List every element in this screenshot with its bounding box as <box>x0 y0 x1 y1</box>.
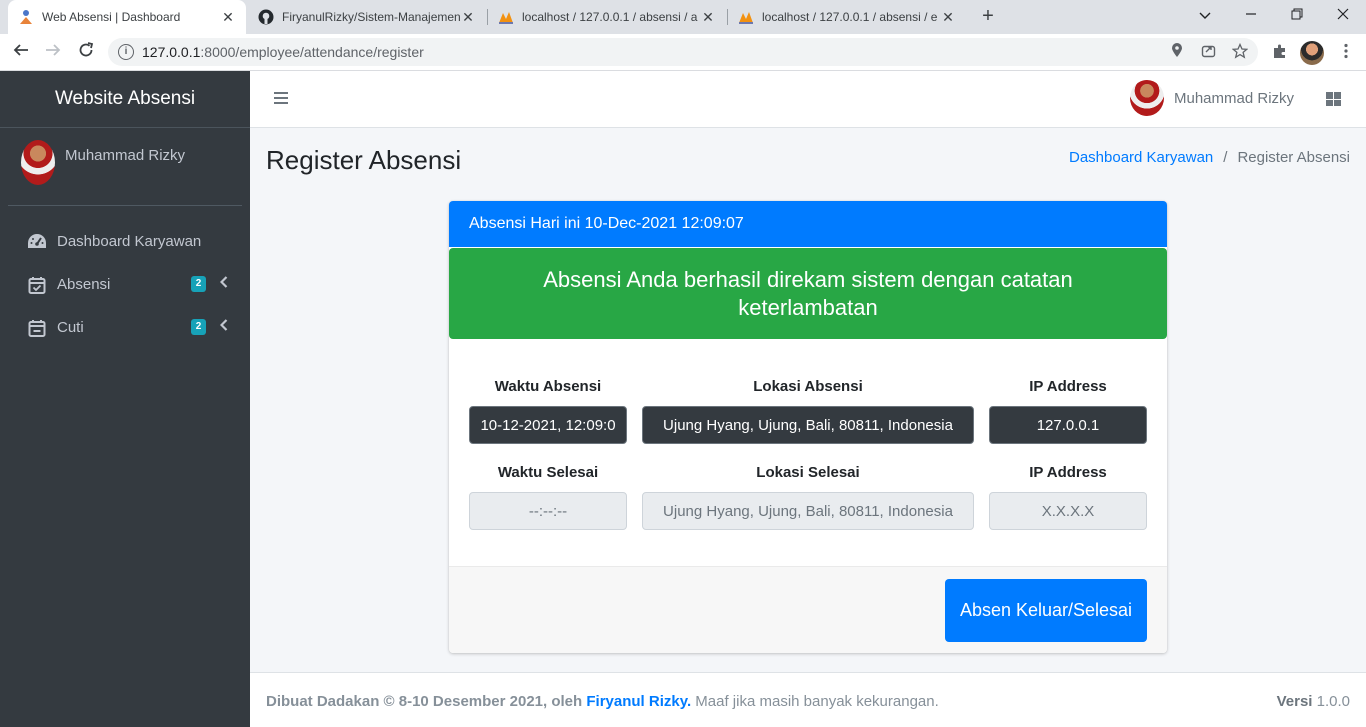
browser-tab-github[interactable]: FiryanulRizky/Sistem-Manajemen ✕ <box>248 0 486 34</box>
browser-tab-phpmyadmin-1[interactable]: localhost / 127.0.0.1 / absensi / a ✕ <box>488 0 726 34</box>
back-arrow-icon[interactable] <box>8 40 34 66</box>
phpmyadmin-icon <box>738 9 754 25</box>
url-text[interactable]: 127.0.0.1:8000/employee/attendance/regis… <box>142 44 424 60</box>
checkin-location-field: Ujung Hyang, Ujung, Bali, 80811, Indones… <box>642 406 974 444</box>
checkout-time-field: --:--:-- <box>469 492 627 530</box>
page-title: Register Absensi <box>266 145 462 175</box>
sidebar-item-label: Cuti <box>57 319 84 336</box>
location-pin-icon[interactable] <box>1168 43 1186 61</box>
share-icon[interactable] <box>1199 43 1217 61</box>
checkout-location-field: Ujung Hyang, Ujung, Bali, 80811, Indones… <box>642 492 974 530</box>
browser-toolbar: i 127.0.0.1:8000/employee/attendance/reg… <box>0 34 1366 71</box>
browser-tab-web-absensi[interactable]: Web Absensi | Dashboard ✕ <box>8 0 246 34</box>
reload-icon[interactable] <box>73 40 99 66</box>
browser-tab-phpmyadmin-2[interactable]: localhost / 127.0.0.1 / absensi / e ✕ <box>728 0 966 34</box>
url-path: :8000/employee/attendance/register <box>200 44 424 60</box>
url-host: 127.0.0.1 <box>142 44 201 60</box>
close-tab-icon[interactable]: ✕ <box>220 9 236 26</box>
checkout-ip-label: IP Address <box>1029 464 1107 481</box>
footer-author-link[interactable]: Firyanul Rizky. <box>586 693 691 710</box>
footer-version: Versi 1.0.0 <box>1277 693 1350 710</box>
page-footer: Dibuat Dadakan © 8-10 Desember 2021, ole… <box>250 672 1366 727</box>
checkout-ip-field: X.X.X.X <box>989 492 1147 530</box>
tachometer-icon <box>27 232 47 252</box>
address-bar[interactable]: i 127.0.0.1:8000/employee/attendance/reg… <box>108 38 1258 66</box>
sidebar: Website Absensi Muhammad Rizky Dashboard… <box>0 71 250 727</box>
top-navbar: Muhammad Rizky <box>250 71 1366 128</box>
version-label: Versi <box>1276 693 1313 710</box>
sidebar-item-dashboard[interactable]: Dashboard Karyawan <box>8 220 242 263</box>
tab-search-icon[interactable] <box>1182 0 1228 34</box>
phpmyadmin-icon <box>498 9 514 25</box>
browser-tab-bar: Web Absensi | Dashboard ✕ FiryanulRizky/… <box>0 0 1366 34</box>
apps-grid-icon[interactable] <box>1326 92 1341 106</box>
checkout-time-label: Waktu Selesai <box>497 464 599 481</box>
card-footer: Absen Keluar/Selesai <box>449 566 1167 653</box>
checkin-ip-label: IP Address <box>1029 378 1107 395</box>
navbar-user-name: Muhammad Rizky <box>1174 89 1295 107</box>
restore-icon[interactable] <box>1274 0 1320 34</box>
sidebar-item-label: Absensi <box>57 276 111 293</box>
checkin-location-label: Lokasi Absensi <box>753 378 863 395</box>
breadcrumb-link-dashboard[interactable]: Dashboard Karyawan <box>1069 149 1213 166</box>
sidebar-user-name[interactable]: Muhammad Rizky <box>65 147 185 164</box>
checkout-location-label: Lokasi Selesai <box>756 464 860 481</box>
footer-credit: Dibuat Dadakan © 8-10 Desember 2021, ole… <box>266 693 939 710</box>
site-info-icon[interactable]: i <box>118 44 134 60</box>
calendar-minus-icon <box>27 318 47 338</box>
checkout-button[interactable]: Absen Keluar/Selesai <box>945 579 1147 642</box>
minimize-icon[interactable] <box>1228 0 1274 34</box>
close-tab-icon[interactable]: ✕ <box>940 9 956 26</box>
checkin-ip-field: 127.0.0.1 <box>989 406 1147 444</box>
sidebar-menu: Dashboard Karyawan Absensi 2 Cuti 2 <box>0 206 250 349</box>
sidebar-item-absensi[interactable]: Absensi 2 <box>8 263 242 306</box>
success-alert: Absensi Anda berhasil direkam sistem den… <box>449 248 1167 339</box>
sidebar-item-label: Dashboard Karyawan <box>57 233 202 250</box>
avatar <box>21 140 55 185</box>
avatar <box>1130 80 1164 116</box>
version-number: 1.0.0 <box>1312 693 1350 710</box>
tab-title: localhost / 127.0.0.1 / absensi / e <box>762 10 938 24</box>
attendance-card: Absensi Hari ini 10-Dec-2021 12:09:07 Ab… <box>449 201 1167 653</box>
checkin-time-label: Waktu Absensi <box>494 378 602 395</box>
site-favicon-icon <box>18 9 34 25</box>
count-badge: 2 <box>191 276 206 292</box>
brand-link[interactable]: Website Absensi <box>0 71 250 128</box>
card-header: Absensi Hari ini 10-Dec-2021 12:09:07 <box>449 201 1167 247</box>
new-tab-button[interactable]: + <box>976 4 1000 28</box>
close-tab-icon[interactable]: ✕ <box>460 9 476 26</box>
breadcrumb: Dashboard Karyawan / Register Absensi <box>1069 149 1350 166</box>
forward-arrow-icon[interactable] <box>40 40 66 66</box>
tab-title: localhost / 127.0.0.1 / absensi / a <box>522 10 698 24</box>
footer-made-text: Dibuat Dadakan © 8-10 Desember 2021, ole… <box>266 693 583 710</box>
profile-avatar[interactable] <box>1300 41 1324 65</box>
bookmark-star-icon[interactable] <box>1231 42 1249 61</box>
hamburger-menu-icon[interactable] <box>274 92 288 104</box>
tab-title: FiryanulRizky/Sistem-Manajemen <box>282 10 460 24</box>
tab-title: Web Absensi | Dashboard <box>42 10 181 24</box>
chevron-left-icon <box>219 318 228 334</box>
close-tab-icon[interactable]: ✕ <box>700 9 716 26</box>
breadcrumb-separator: / <box>1223 149 1228 166</box>
checkin-time-field: 10-12-2021, 12:09:0 <box>469 406 627 444</box>
extensions-puzzle-icon[interactable] <box>1270 43 1290 63</box>
user-menu[interactable]: Muhammad Rizky <box>1130 80 1294 116</box>
count-badge: 2 <box>191 319 206 335</box>
github-icon <box>258 9 274 25</box>
close-window-icon[interactable] <box>1320 0 1366 34</box>
menu-kebab-icon[interactable] <box>1336 43 1356 63</box>
calendar-check-icon <box>27 275 47 295</box>
user-panel[interactable]: Muhammad Rizky <box>8 128 242 206</box>
sidebar-item-cuti[interactable]: Cuti 2 <box>8 306 242 349</box>
chevron-left-icon <box>219 275 228 291</box>
breadcrumb-current: Register Absensi <box>1237 149 1350 166</box>
footer-note: Maaf jika masih banyak kekurangan. <box>691 693 939 710</box>
